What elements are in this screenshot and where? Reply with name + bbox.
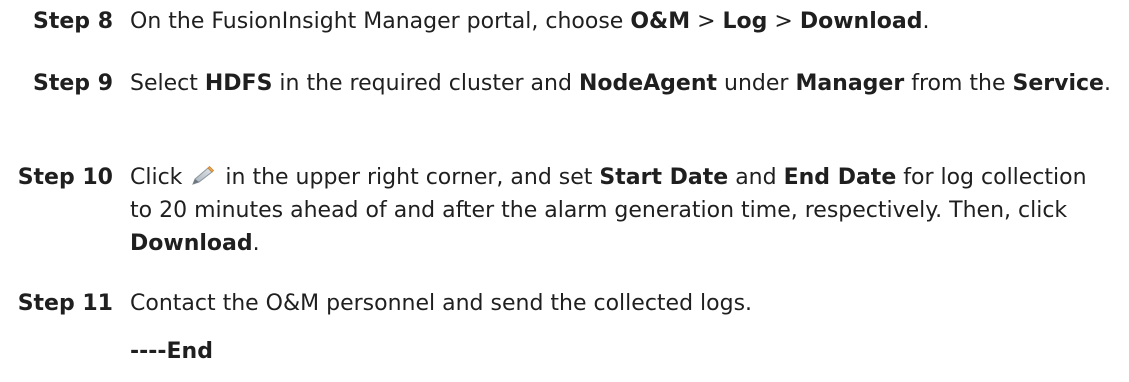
step-label: Step 10 — [17, 165, 113, 190]
text-run: in the required cluster and — [272, 71, 579, 96]
term-start-date: Start Date — [599, 165, 729, 190]
text-run: . — [252, 231, 260, 256]
term-nodeagent: NodeAgent — [578, 71, 718, 96]
text-run: . — [922, 9, 930, 34]
menu-om: O&M — [630, 9, 691, 34]
text-run: > — [767, 9, 800, 34]
step-label: Step 9 — [33, 71, 113, 96]
text-run: in the upper right corner, and set — [218, 165, 600, 190]
step-label: Step 11 — [17, 291, 113, 316]
text-run: . — [1103, 71, 1111, 96]
text-run: On the FusionInsight Manager portal, cho… — [130, 9, 631, 34]
step-label: Step 8 — [33, 9, 113, 34]
text-run: under — [717, 71, 796, 96]
menu-log: Log — [722, 9, 768, 34]
text-run: Select — [130, 71, 205, 96]
text-run: Contact the O&M personnel and send the c… — [130, 291, 753, 316]
step-text: Click in the upper right corner, and set… — [130, 161, 1115, 260]
text-run: > — [690, 9, 723, 34]
term-manager: Manager — [795, 71, 905, 96]
document-page: Step 8 On the FusionInsight Manager port… — [0, 0, 1129, 382]
text-run: and — [728, 165, 784, 190]
pencil-icon — [191, 163, 216, 185]
term-service: Service — [1012, 71, 1104, 96]
step-text: Contact the O&M personnel and send the c… — [130, 287, 1115, 320]
step-text: On the FusionInsight Manager portal, cho… — [130, 5, 1115, 38]
term-download: Download — [130, 231, 253, 256]
step-text: Select HDFS in the required cluster and … — [130, 67, 1115, 100]
term-end-date: End Date — [783, 165, 897, 190]
term-hdfs: HDFS — [204, 71, 273, 96]
menu-download: Download — [799, 9, 923, 34]
text-run: Click — [130, 165, 190, 190]
text-run: from the — [904, 71, 1013, 96]
end-marker: ----End — [130, 339, 213, 364]
